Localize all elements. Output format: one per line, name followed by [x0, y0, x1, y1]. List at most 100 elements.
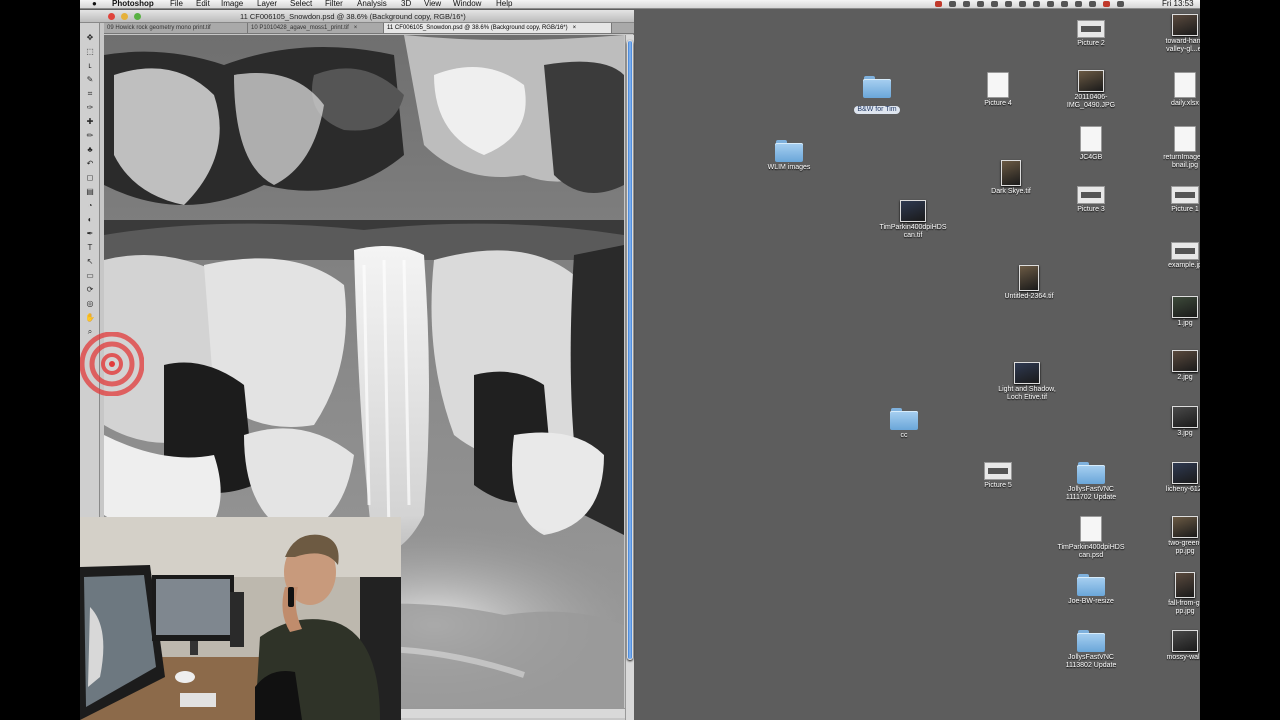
desktop-icon[interactable]: fall-from-gr pp.jpg — [1135, 572, 1200, 616]
tab-snowdon[interactable]: 11 CF006105_Snowdon.psd @ 38.6% (Backgro… — [384, 23, 612, 33]
menu-window[interactable]: Window — [453, 0, 481, 8]
desktop-icon[interactable]: Picture 5 — [948, 462, 1048, 490]
volume-icon[interactable] — [1117, 1, 1124, 7]
record-icon[interactable] — [935, 1, 942, 7]
image-file-icon — [1171, 186, 1199, 204]
minimize-icon[interactable] — [121, 13, 128, 20]
image-file-icon — [1171, 242, 1199, 260]
zoom-icon[interactable] — [134, 13, 141, 20]
eraser-tool-icon[interactable]: ◻ — [85, 173, 95, 182]
status-icon[interactable] — [977, 1, 984, 7]
shape-tool-icon[interactable]: ▭ — [85, 271, 95, 280]
menu-edit[interactable]: Edit — [196, 0, 210, 8]
desktop-icon[interactable]: TimParkin400dpiHDS can.psd — [1041, 516, 1141, 560]
menu-filter[interactable]: Filter — [325, 0, 343, 8]
tab-howick[interactable]: 09 Howick rock geometry mono print.tif — [104, 23, 248, 33]
move-tool-icon[interactable]: ✥ — [85, 33, 95, 42]
menu-image[interactable]: Image — [221, 0, 243, 8]
image-file-icon — [1001, 160, 1021, 186]
webcam-feed — [80, 517, 401, 720]
brush-tool-icon[interactable]: ✏ — [85, 131, 95, 140]
desktop-icon[interactable]: example.jp — [1135, 242, 1200, 270]
flag-icon[interactable] — [1103, 1, 1110, 7]
lasso-tool-icon[interactable]: ʟ — [85, 61, 95, 70]
tab-agave[interactable]: 10 P1010428_agave_moss1_print.tif × — [248, 23, 384, 33]
tab-close-icon[interactable]: × — [354, 25, 358, 31]
desktop-icon[interactable]: two-green- pp.jpg — [1135, 516, 1200, 556]
desktop-icon[interactable]: Light and Shadow, Loch Etive.tif — [977, 362, 1077, 402]
desktop-icon[interactable]: JollysFastVNC 1113802 Update — [1041, 630, 1141, 670]
horizontal-scrollbar[interactable] — [400, 708, 625, 718]
menu-view[interactable]: View — [424, 0, 441, 8]
menu-help[interactable]: Help — [496, 0, 512, 8]
menu-file[interactable]: File — [170, 0, 183, 8]
menu-analysis[interactable]: Analysis — [357, 0, 387, 8]
desktop-icon[interactable]: Picture 2 — [1041, 20, 1141, 48]
status-icon[interactable] — [991, 1, 998, 7]
window-title-bar[interactable]: 11 CF006105_Snowdon.psd @ 38.6% (Backgro… — [80, 10, 634, 23]
quick-select-tool-icon[interactable]: ✎ — [85, 75, 95, 84]
gradient-tool-icon[interactable]: ▤ — [85, 187, 95, 196]
desktop-icon[interactable]: Picture 4 — [948, 72, 1048, 108]
status-icon[interactable] — [963, 1, 970, 7]
desktop-icon-label: Picture 3 — [1077, 206, 1105, 213]
status-icon[interactable] — [1047, 1, 1054, 7]
desktop-icon[interactable]: 3.jpg — [1135, 406, 1200, 438]
desktop-icon-label: 3.jpg — [1177, 430, 1193, 437]
bluetooth-icon[interactable] — [1089, 1, 1096, 7]
desktop-icon[interactable]: Picture 1 — [1135, 186, 1200, 214]
status-icon[interactable] — [1061, 1, 1068, 7]
menu-clock[interactable]: Fri 13:53 — [1162, 0, 1194, 8]
close-icon[interactable] — [108, 13, 115, 20]
desktop-icon[interactable]: toward-hang valley-gl...e- — [1135, 14, 1200, 54]
desktop-icon[interactable]: JC4GB — [1041, 126, 1141, 162]
desktop-icon[interactable]: TimParkin400dpiHDS can.tif — [863, 200, 963, 240]
dodge-tool-icon[interactable]: ◐ — [85, 215, 95, 224]
status-icon[interactable] — [1005, 1, 1012, 7]
desktop-icon[interactable]: licheny-612- — [1135, 462, 1200, 494]
vertical-scrollbar[interactable] — [625, 35, 634, 720]
desktop-icon[interactable]: Joe-BW-resize — [1041, 574, 1141, 606]
history-brush-tool-icon[interactable]: ↶ — [85, 159, 95, 168]
path-select-tool-icon[interactable]: ↖ — [85, 257, 95, 266]
document-tabs: 09 Howick rock geometry mono print.tif 1… — [104, 23, 634, 34]
type-tool-icon[interactable]: T — [85, 243, 95, 252]
stamp-tool-icon[interactable]: ♣ — [85, 145, 95, 154]
desktop-icon[interactable]: daily.xlsx — [1135, 72, 1200, 108]
desktop-icon[interactable]: WLIM images — [739, 140, 839, 172]
desktop-icon[interactable]: 20110406- IMG_0490.JPG — [1041, 70, 1141, 110]
menu-3d[interactable]: 3D — [401, 0, 411, 8]
eyedropper-tool-icon[interactable]: ✑ — [85, 103, 95, 112]
status-icon[interactable] — [949, 1, 956, 7]
hand-tool-icon[interactable]: ✋ — [85, 313, 95, 322]
pen-tool-icon[interactable]: ✒ — [85, 229, 95, 238]
desktop-icon[interactable]: 2.jpg — [1135, 350, 1200, 382]
crop-tool-icon[interactable]: ⌗ — [85, 89, 95, 98]
desktop-icon[interactable]: Untitled-2364.tif — [979, 265, 1079, 301]
menu-app-name[interactable]: Photoshop — [112, 0, 154, 8]
apple-menu-icon[interactable]: ● — [92, 0, 97, 8]
desktop-icon[interactable]: cc — [854, 408, 954, 440]
desktop-icon[interactable]: 1.jpg — [1135, 296, 1200, 328]
time-machine-icon[interactable] — [1075, 1, 1082, 7]
desktop-icon[interactable]: mossy-wall- — [1135, 630, 1200, 662]
desktop-icon[interactable]: Picture 3 — [1041, 186, 1141, 214]
desktop-icon[interactable]: JollysFastVNC 1111702 Update — [1041, 462, 1141, 502]
blur-tool-icon[interactable]: ◔ — [85, 201, 95, 210]
desktop-icon[interactable]: returnImageFi bnail.jpg — [1135, 126, 1200, 170]
status-icon[interactable] — [1033, 1, 1040, 7]
sync-icon[interactable] — [1019, 1, 1026, 7]
desktop-icon[interactable]: B&W for Tim — [827, 76, 927, 116]
scrollbar-thumb[interactable] — [627, 40, 633, 660]
menu-select[interactable]: Select — [290, 0, 312, 8]
desktop-icon-label: cc — [900, 432, 908, 439]
image-file-icon — [1077, 186, 1105, 204]
menu-layer[interactable]: Layer — [257, 0, 277, 8]
healing-tool-icon[interactable]: ✚ — [85, 117, 95, 126]
desktop-screen: ● Photoshop File Edit Image Layer Select… — [80, 0, 1200, 720]
tab-close-icon[interactable]: × — [573, 25, 577, 31]
3d-rotate-tool-icon[interactable]: ⟳ — [85, 285, 95, 294]
desktop-icon-label: Light and Shadow, Loch Etive.tif — [998, 386, 1056, 401]
3d-camera-tool-icon[interactable]: ◎ — [85, 299, 95, 308]
marquee-tool-icon[interactable]: ⬚ — [85, 47, 95, 56]
